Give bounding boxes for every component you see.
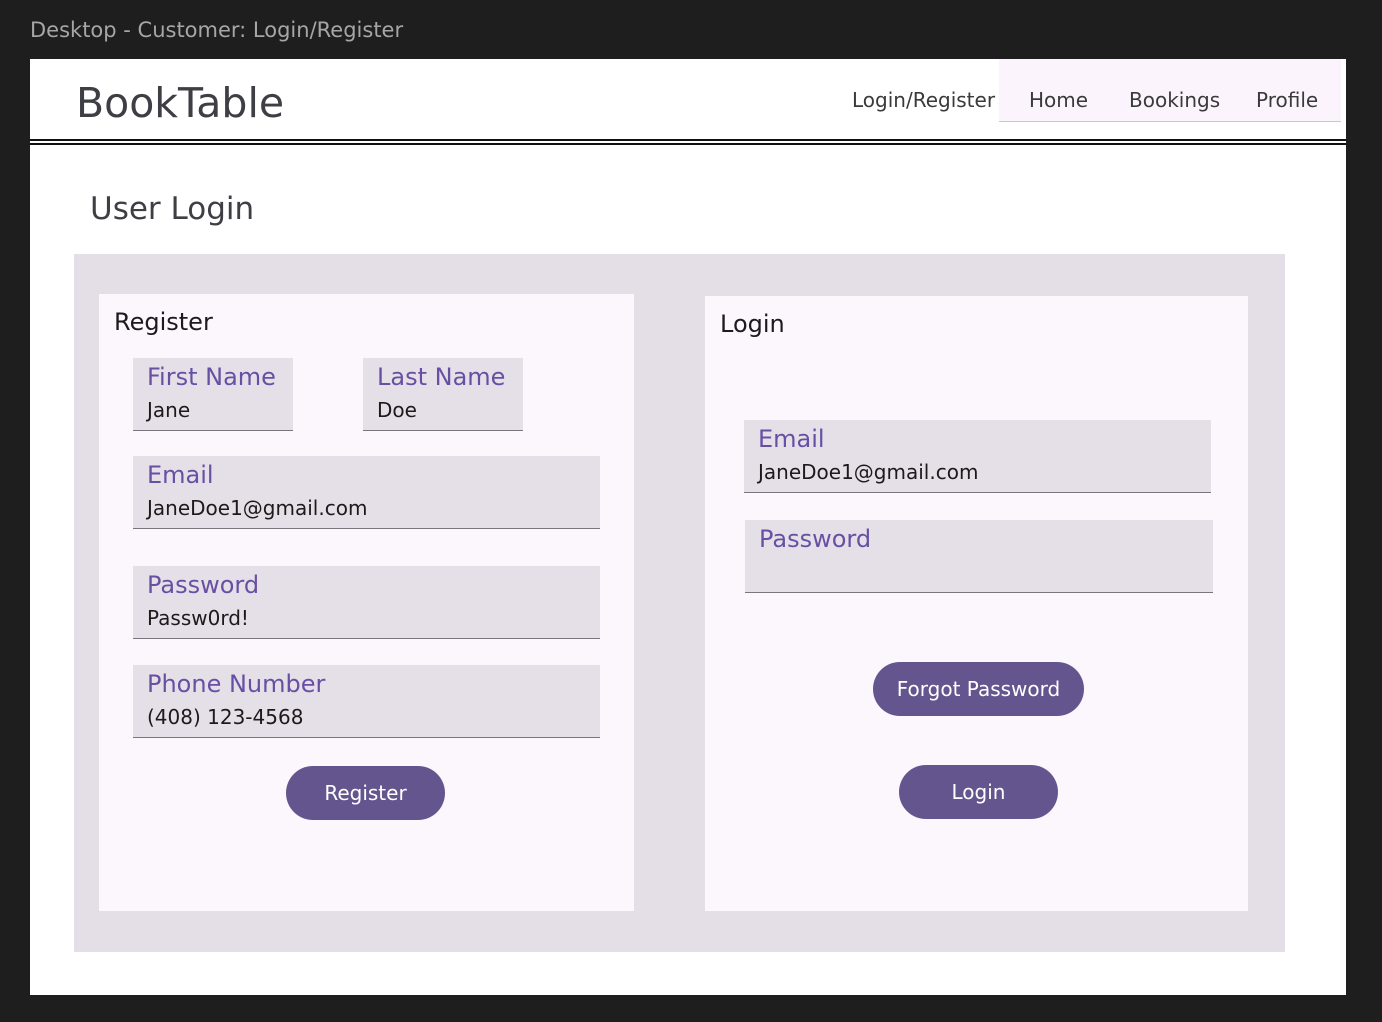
register-password-field[interactable]: Password Passw0rd! [133,566,600,639]
login-email-value: JaneDoe1@gmail.com [758,460,979,484]
register-email-field[interactable]: Email JaneDoe1@gmail.com [133,456,600,529]
nav-login-register[interactable]: Login/Register [852,88,995,112]
register-email-value: JaneDoe1@gmail.com [147,496,368,520]
phone-number-value: (408) 123-4568 [147,705,304,729]
first-name-value: Jane [147,398,191,422]
header-divider [30,143,1346,145]
tab-bookings[interactable]: Bookings [1129,88,1220,112]
nav-tabs: Home Bookings Profile [999,59,1341,122]
login-button[interactable]: Login [899,765,1058,819]
login-password-field[interactable]: Password [745,520,1213,593]
register-password-label: Password [147,571,260,599]
forgot-password-button[interactable]: Forgot Password [873,662,1084,716]
register-password-value: Passw0rd! [147,606,249,630]
phone-number-field[interactable]: Phone Number (408) 123-4568 [133,665,600,738]
phone-number-label: Phone Number [147,670,326,698]
login-card: Login Email JaneDoe1@gmail.com Password … [705,296,1248,911]
last-name-label: Last Name [377,363,506,391]
login-email-field[interactable]: Email JaneDoe1@gmail.com [744,420,1211,493]
brand-logo[interactable]: BookTable [76,79,284,127]
tab-profile[interactable]: Profile [1256,88,1318,112]
header: BookTable Login/Register Home Bookings P… [30,59,1346,141]
last-name-value: Doe [377,398,417,422]
login-password-label: Password [759,525,872,553]
register-card: Register First Name Jane Last Name Doe E… [99,294,634,911]
first-name-field[interactable]: First Name Jane [133,358,293,431]
login-email-label: Email [758,425,825,453]
first-name-label: First Name [147,363,276,391]
frame-label: Desktop - Customer: Login/Register [30,18,404,42]
forms-panel: Register First Name Jane Last Name Doe E… [74,254,1285,952]
page-title: User Login [90,191,255,227]
register-button[interactable]: Register [286,766,445,820]
register-title: Register [114,308,213,336]
login-title: Login [720,310,785,338]
app-window: BookTable Login/Register Home Bookings P… [30,59,1346,995]
last-name-field[interactable]: Last Name Doe [363,358,523,431]
register-email-label: Email [147,461,214,489]
tab-home[interactable]: Home [1029,88,1088,112]
